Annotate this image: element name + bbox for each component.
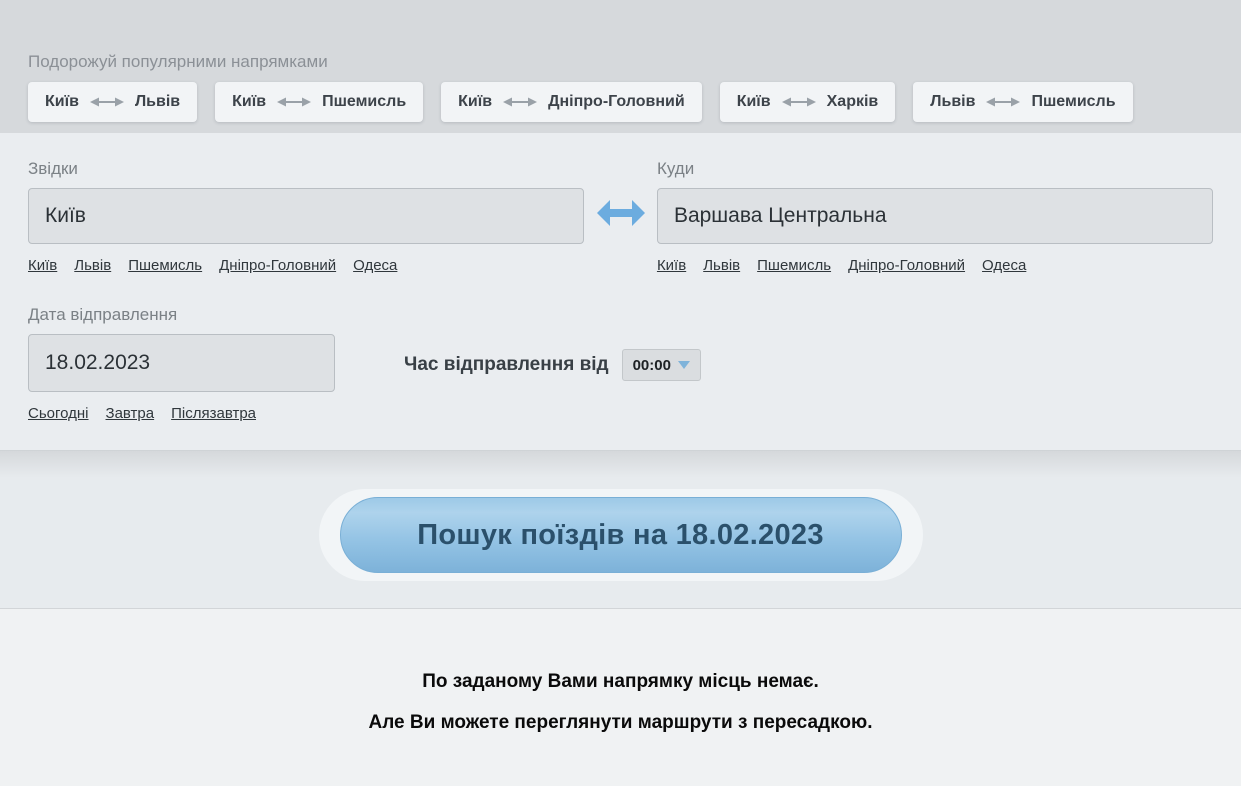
popular-route-button-kyiv-lviv[interactable]: Київ Львів — [28, 82, 197, 122]
route-to-city: Харків — [827, 93, 879, 111]
quick-link-station[interactable]: Київ — [28, 257, 57, 274]
quick-link-station[interactable]: Львів — [703, 257, 740, 274]
date-quick-links: Сьогодні Завтра Післязавтра — [28, 405, 335, 422]
from-field-group: Звідки Київ Львів Пшемисль Дніпро-Головн… — [28, 159, 584, 274]
popular-route-button-lviv-przemysl[interactable]: Львів Пшемисль — [913, 82, 1132, 122]
results-section: По заданому Вами напрямку місць немає. А… — [0, 608, 1241, 786]
quick-link-station[interactable]: Київ — [657, 257, 686, 274]
quick-link-station[interactable]: Одеса — [353, 257, 397, 274]
from-label: Звідки — [28, 159, 584, 179]
quick-link-tomorrow[interactable]: Завтра — [106, 405, 155, 422]
route-from-city: Київ — [737, 93, 771, 111]
route-to-city: Пшемисль — [1031, 93, 1115, 111]
search-trains-button[interactable]: Пошук поїздів на 18.02.2023 — [340, 497, 902, 573]
popular-route-button-kyiv-kharkiv[interactable]: Київ Харків — [720, 82, 896, 122]
direction-row: Звідки Київ Львів Пшемисль Дніпро-Головн… — [28, 159, 1213, 274]
no-seats-message: По заданому Вами напрямку місць немає. — [0, 671, 1241, 693]
quick-link-station[interactable]: Львів — [74, 257, 111, 274]
to-station-input[interactable] — [657, 188, 1213, 244]
route-from-city: Київ — [458, 93, 492, 111]
from-quick-links: Київ Львів Пшемисль Дніпро-Головний Одес… — [28, 257, 584, 274]
transfer-routes-message: Але Ви можете переглянути маршрути з пер… — [0, 712, 1241, 734]
double-arrow-icon — [90, 96, 124, 108]
route-to-city: Пшемисль — [322, 93, 406, 111]
double-arrow-icon — [277, 96, 311, 108]
date-label: Дата відправлення — [28, 305, 335, 325]
search-form-section: Звідки Київ Львів Пшемисль Дніпро-Головн… — [0, 133, 1241, 450]
route-from-city: Київ — [45, 93, 79, 111]
route-from-city: Львів — [930, 93, 975, 111]
quick-link-day-after-tomorrow[interactable]: Післязавтра — [171, 405, 256, 422]
double-arrow-icon — [782, 96, 816, 108]
departure-time-group: Час відправлення від 00:00 — [404, 349, 701, 381]
quick-link-station[interactable]: Пшемисль — [128, 257, 202, 274]
date-field-group: Дата відправлення Сьогодні Завтра Післяз… — [28, 305, 335, 422]
to-quick-links: Київ Львів Пшемисль Дніпро-Головний Одес… — [657, 257, 1213, 274]
departure-time-select[interactable]: 00:00 — [622, 349, 701, 381]
departure-time-label: Час відправлення від — [404, 354, 609, 376]
swap-arrow-icon — [597, 200, 645, 226]
to-field-group: Куди Київ Львів Пшемисль Дніпро-Головний… — [657, 159, 1213, 274]
chevron-down-icon — [678, 361, 690, 369]
popular-route-button-kyiv-przemysl[interactable]: Київ Пшемисль — [215, 82, 423, 122]
quick-link-station[interactable]: Дніпро-Головний — [848, 257, 965, 274]
quick-link-station[interactable]: Дніпро-Головний — [219, 257, 336, 274]
popular-route-button-kyiv-dnipro[interactable]: Київ Дніпро-Головний — [441, 82, 702, 122]
double-arrow-icon — [503, 96, 537, 108]
quick-link-station[interactable]: Одеса — [982, 257, 1026, 274]
quick-link-today[interactable]: Сьогодні — [28, 405, 89, 422]
popular-routes-row: Київ Львів Київ Пшемисль Київ — [28, 82, 1213, 122]
popular-routes-heading: Подорожуй популярними напрямками — [28, 52, 1213, 72]
to-label: Куди — [657, 159, 1213, 179]
swap-directions-button[interactable] — [584, 200, 657, 226]
route-to-city: Львів — [135, 93, 180, 111]
departure-time-value: 00:00 — [633, 357, 671, 374]
departure-date-input[interactable] — [28, 334, 335, 392]
double-arrow-icon — [986, 96, 1020, 108]
route-to-city: Дніпро-Головний — [548, 93, 685, 111]
search-button-halo: Пошук поїздів на 18.02.2023 — [319, 489, 923, 581]
route-from-city: Київ — [232, 93, 266, 111]
quick-link-station[interactable]: Пшемисль — [757, 257, 831, 274]
popular-routes-section: Подорожуй популярними напрямками Київ Ль… — [0, 0, 1241, 133]
date-time-row: Дата відправлення Сьогодні Завтра Післяз… — [28, 305, 1213, 422]
from-station-input[interactable] — [28, 188, 584, 244]
search-button-section: Пошук поїздів на 18.02.2023 — [0, 450, 1241, 608]
